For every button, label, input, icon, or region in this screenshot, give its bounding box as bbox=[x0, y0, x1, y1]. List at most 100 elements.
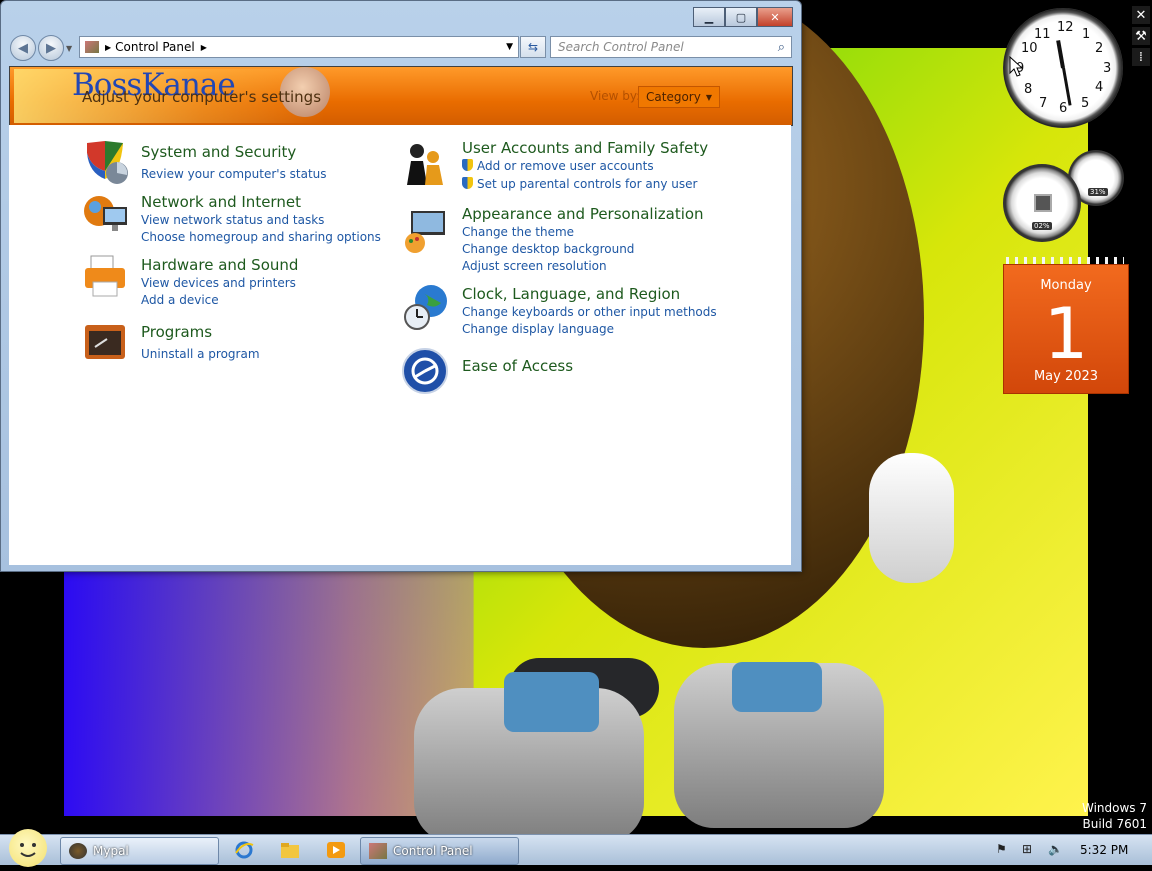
folder-icon[interactable] bbox=[280, 841, 300, 859]
category-link[interactable]: Change keyboards or other input methods bbox=[462, 305, 717, 319]
drag-handle-icon[interactable]: ⁞ bbox=[1132, 48, 1150, 66]
windows-watermark: Windows 7 Build 7601 bbox=[1082, 800, 1147, 832]
category-link[interactable]: Uninstall a program bbox=[141, 347, 260, 361]
search-placeholder: Search Control Panel bbox=[558, 40, 684, 54]
category-title[interactable]: Programs bbox=[141, 323, 212, 341]
category-title[interactable]: Clock, Language, and Region bbox=[462, 285, 680, 303]
category-title[interactable]: User Accounts and Family Safety bbox=[462, 139, 708, 157]
category-link[interactable]: Adjust screen resolution bbox=[462, 259, 607, 273]
category-title[interactable]: Ease of Access bbox=[462, 357, 573, 375]
close-gadget-icon[interactable]: ✕ bbox=[1132, 6, 1150, 24]
gadget-controls: ✕ ⚒ ⁞ bbox=[1132, 6, 1150, 69]
category-title[interactable]: Appearance and Personalization bbox=[462, 205, 704, 223]
clock-number: 1 bbox=[1082, 27, 1091, 42]
address-bar[interactable]: ▶ Control Panel ▶ ▼ bbox=[79, 36, 519, 58]
clock-number: 12 bbox=[1057, 20, 1074, 35]
calendar-gadget[interactable]: Monday 1 May 2023 bbox=[1003, 264, 1129, 394]
shield-icon bbox=[81, 139, 129, 187]
wrench-icon[interactable]: ⚒ bbox=[1132, 27, 1150, 45]
taskbar-button-label: Control Panel bbox=[393, 844, 473, 858]
ram-value: 31% bbox=[1088, 188, 1108, 196]
category-link[interactable]: Set up parental controls for any user bbox=[477, 177, 697, 191]
taskbar-button-mypal[interactable]: Mypal bbox=[60, 837, 219, 865]
category-link[interactable]: Change display language bbox=[462, 322, 614, 336]
clock-number: 6 bbox=[1059, 101, 1068, 116]
network-icon[interactable]: ⊞ bbox=[1022, 842, 1038, 856]
category-link[interactable]: View network status and tasks bbox=[141, 213, 324, 227]
category-link[interactable]: Change desktop background bbox=[462, 242, 634, 256]
monitor-paint-icon bbox=[401, 207, 449, 255]
calendar-day-name: Monday bbox=[1040, 278, 1092, 293]
dropdown-arrow-icon: ▼ bbox=[705, 92, 712, 102]
search-icon[interactable]: ⌕ bbox=[778, 40, 785, 55]
taskbar-clock[interactable]: 5:32 PM bbox=[1080, 843, 1128, 857]
caption-buttons: ▁ ▢ ✕ bbox=[693, 7, 793, 27]
network-icon bbox=[81, 189, 129, 237]
calendar-month-year: May 2023 bbox=[1033, 369, 1099, 384]
action-center-flag-icon[interactable]: ⚑ bbox=[996, 842, 1012, 856]
minimize-button[interactable]: ▁ bbox=[693, 7, 725, 27]
start-button[interactable] bbox=[9, 829, 47, 867]
clock-hour-hand bbox=[1056, 40, 1065, 69]
category-title[interactable]: System and Security bbox=[141, 143, 296, 161]
clock-number: 8 bbox=[1024, 82, 1033, 97]
clock-number: 7 bbox=[1039, 96, 1048, 111]
system-tray: ⚑ ⊞ 🔈 bbox=[996, 842, 1074, 856]
watermark-line2: Build 7601 bbox=[1082, 817, 1147, 831]
search-input[interactable]: Search Control Panel ⌕ bbox=[550, 36, 792, 58]
recent-pages-arrow-icon[interactable]: ▼ bbox=[66, 44, 72, 53]
programs-icon bbox=[81, 319, 129, 367]
clock-number: 11 bbox=[1034, 27, 1051, 42]
uac-shield-icon bbox=[462, 177, 473, 189]
category-link[interactable]: Add or remove user accounts bbox=[477, 159, 654, 173]
refresh-icon: ⇆ bbox=[527, 40, 539, 54]
mypal-icon bbox=[69, 843, 87, 859]
watermark-line1: Windows 7 bbox=[1081, 801, 1147, 815]
view-by-label: View by: bbox=[590, 89, 641, 103]
category-link[interactable]: Choose homegroup and sharing options bbox=[141, 230, 381, 244]
category-link[interactable]: Review your computer's status bbox=[141, 167, 327, 181]
view-by-dropdown[interactable]: Category ▼ bbox=[638, 86, 720, 108]
clock-number: 3 bbox=[1103, 61, 1112, 76]
clock-number: 4 bbox=[1095, 80, 1104, 95]
cpu-meter-gauge[interactable]: 02% bbox=[1003, 164, 1081, 242]
wallpaper-shoe-pad bbox=[732, 662, 822, 712]
maximize-button[interactable]: ▢ bbox=[725, 7, 757, 27]
wallpaper-shoe-pad bbox=[504, 672, 599, 732]
refresh-button[interactable]: ⇆ bbox=[520, 36, 546, 58]
taskbar-button-control-panel[interactable]: Control Panel bbox=[360, 837, 519, 865]
volume-muted-icon[interactable]: 🔈 bbox=[1048, 842, 1064, 856]
back-button[interactable]: ◀ bbox=[10, 35, 36, 61]
taskbar-button-label: Mypal bbox=[93, 844, 129, 858]
globe-clock-icon bbox=[401, 283, 449, 331]
taskbar: Mypal Control Panel ⚑ ⊞ 🔈 5:32 PM bbox=[0, 829, 1152, 867]
breadcrumb-control-panel[interactable]: Control Panel bbox=[115, 40, 195, 54]
forward-button[interactable]: ▶ bbox=[38, 35, 64, 61]
ease-of-access-icon bbox=[401, 347, 449, 395]
control-panel-window[interactable]: ▁ ▢ ✕ ◀ ▶ ▼ ▶ Control Panel ▶ ▼ ⇆ Search… bbox=[0, 0, 802, 572]
cpu-chip-icon bbox=[1034, 194, 1052, 212]
breadcrumb-separator-icon[interactable]: ▶ bbox=[201, 43, 207, 52]
category-link-with-shield[interactable]: Set up parental controls for any user bbox=[462, 177, 697, 191]
address-dropdown-icon[interactable]: ▼ bbox=[506, 42, 513, 52]
breadcrumb-separator-icon[interactable]: ▶ bbox=[105, 43, 111, 52]
cpu-value: 02% bbox=[1032, 222, 1052, 230]
smiley-icon bbox=[20, 843, 36, 857]
category-panel: System and Security Review your computer… bbox=[9, 125, 791, 565]
control-panel-icon bbox=[85, 41, 99, 53]
uac-shield-icon bbox=[462, 159, 473, 171]
close-button[interactable]: ✕ bbox=[757, 7, 793, 27]
category-link[interactable]: Add a device bbox=[141, 293, 219, 307]
category-link[interactable]: View devices and printers bbox=[141, 276, 296, 290]
internet-explorer-icon[interactable] bbox=[234, 841, 254, 859]
clock-number: 5 bbox=[1081, 96, 1090, 111]
category-title[interactable]: Network and Internet bbox=[141, 193, 301, 211]
view-by-value: Category bbox=[646, 90, 701, 104]
page-title: Adjust your computer's settings bbox=[82, 88, 322, 106]
category-link-with-shield[interactable]: Add or remove user accounts bbox=[462, 159, 654, 173]
category-link[interactable]: Change the theme bbox=[462, 225, 574, 239]
category-title[interactable]: Hardware and Sound bbox=[141, 256, 298, 274]
media-player-icon[interactable] bbox=[326, 841, 346, 859]
printer-icon bbox=[81, 252, 129, 300]
clock-number: 10 bbox=[1021, 41, 1038, 56]
